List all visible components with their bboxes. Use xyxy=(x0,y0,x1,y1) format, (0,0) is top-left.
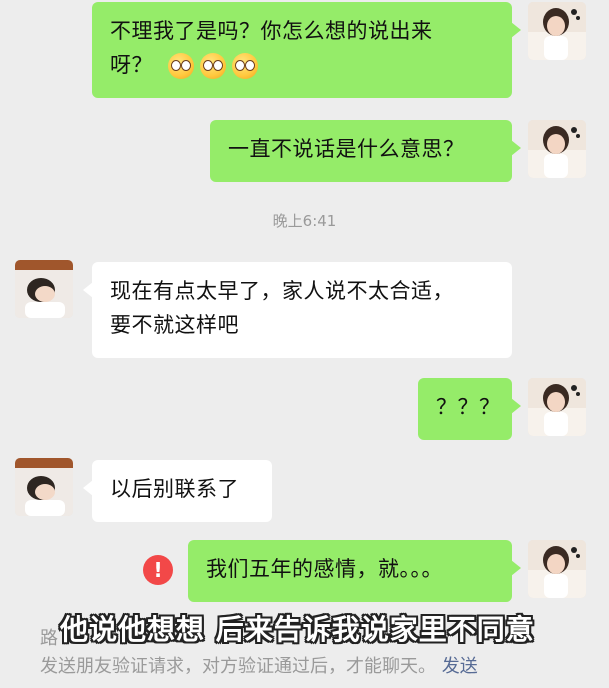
flushed-face-icon xyxy=(168,53,195,79)
message-text: 不理我了是吗？你怎么想的说出来 xyxy=(110,19,433,43)
avatar-contact-image xyxy=(15,458,73,516)
avatar-contact-image xyxy=(15,260,73,318)
send-failed-icon[interactable]: ! xyxy=(143,555,173,585)
chat-window: 不理我了是吗？你怎么想的说出来 呀？ 一直不说话是什么意思？ 晚上6:41 现在… xyxy=(0,0,609,688)
message-bubble-sent[interactable]: 一直不说话是什么意思？ xyxy=(210,120,521,182)
message-bubble-received[interactable]: 以后别联系了 xyxy=(83,460,272,522)
message-text: ？？？ xyxy=(436,395,501,419)
message-bubble-sent[interactable]: 我们五年的感情，就。。。 xyxy=(188,540,521,602)
avatar-me-image xyxy=(528,2,586,60)
avatar-me-image xyxy=(528,540,586,598)
system-notice-partial: 路 xyxy=(40,628,58,649)
video-subtitle: 他说他想想 后来告诉我说家里不同意 xyxy=(60,613,535,646)
send-verification-link[interactable]: 发送 xyxy=(442,656,478,677)
message-bubble-sent[interactable]: ？？？ xyxy=(418,378,521,440)
message-text: 一直不说话是什么意思？ xyxy=(228,137,465,161)
avatar-me[interactable] xyxy=(528,2,586,60)
avatar-me[interactable] xyxy=(528,378,586,436)
message-bubble-received[interactable]: 现在有点太早了，家人说不太合适， 要不就这样吧 xyxy=(83,262,512,358)
flushed-face-icon xyxy=(232,53,259,79)
message-text: 现在有点太早了，家人说不太合适， xyxy=(110,279,454,303)
flushed-face-icon xyxy=(200,53,227,79)
system-notice-text: 发送朋友验证请求，对方验证通过后，才能聊天。 xyxy=(40,656,436,677)
avatar-me[interactable] xyxy=(528,540,586,598)
message-bubble-sent[interactable]: 不理我了是吗？你怎么想的说出来 呀？ xyxy=(92,2,521,98)
message-text: 要不就这样吧 xyxy=(110,313,239,337)
emoji-group xyxy=(168,53,259,79)
avatar-contact[interactable] xyxy=(15,260,73,318)
avatar-me-image xyxy=(528,120,586,178)
avatar-contact[interactable] xyxy=(15,458,73,516)
message-text-line2: 呀？ xyxy=(110,48,494,82)
avatar-me-image xyxy=(528,378,586,436)
message-text: 我们五年的感情，就。。。 xyxy=(206,557,443,581)
message-text: 以后别联系了 xyxy=(110,477,239,501)
message-text: 呀？ xyxy=(110,53,153,77)
avatar-me[interactable] xyxy=(528,120,586,178)
system-notice: 发送朋友验证请求，对方验证通过后，才能聊天。 发送 xyxy=(40,652,478,678)
timestamp: 晚上6:41 xyxy=(272,212,337,230)
